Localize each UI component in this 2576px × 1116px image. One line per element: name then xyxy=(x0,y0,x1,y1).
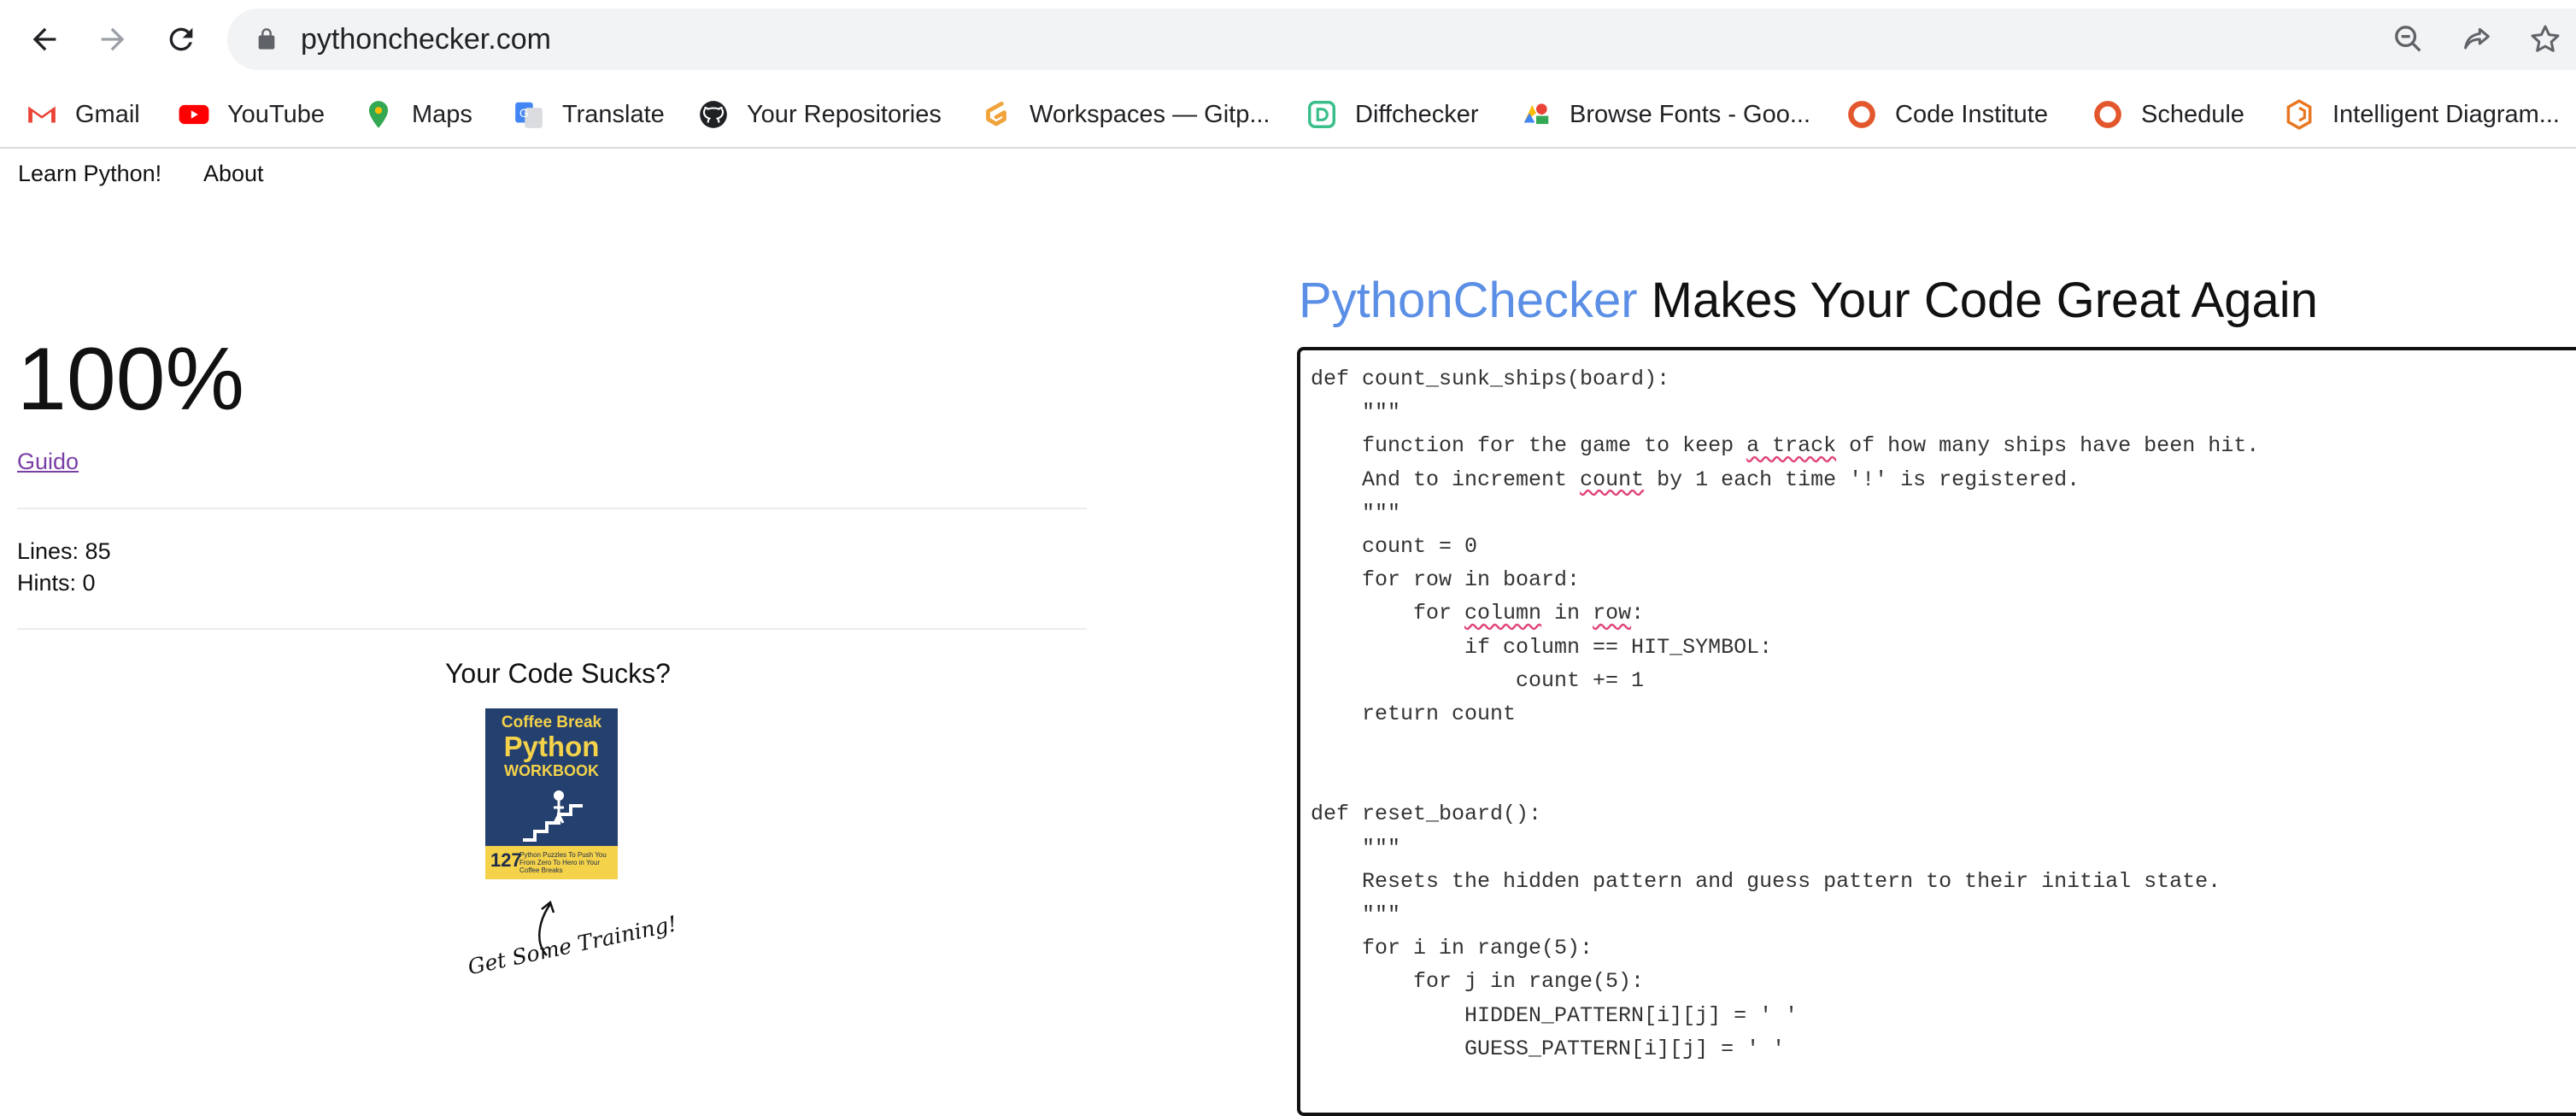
bookmark-label: Workspaces — Gitp... xyxy=(1030,100,1270,128)
code-line: function for the game to keep a track of… xyxy=(1311,433,2260,459)
bookmark-label: Code Institute xyxy=(1895,100,2048,128)
code-institute-icon xyxy=(1845,98,1878,131)
bookmark-diffchecker[interactable]: Diffchecker xyxy=(1306,82,1479,147)
translate-icon: G xyxy=(513,98,545,131)
code-line: return count xyxy=(1311,701,1517,726)
youtube-icon xyxy=(178,98,210,131)
code-line: def count_sunk_ships(board): xyxy=(1311,367,1670,391)
headline-text: Makes Your Code Great Again xyxy=(1637,273,2318,328)
arrow-right-icon xyxy=(101,27,125,51)
maps-icon xyxy=(362,98,395,131)
book-number: 127 xyxy=(490,849,522,871)
google-fonts-icon xyxy=(1520,98,1552,131)
bookmark-label: YouTube xyxy=(227,100,325,128)
score-percentage: 100% xyxy=(17,330,244,429)
book-title-line1: Coffee Break xyxy=(501,714,602,731)
bookmark-google-fonts[interactable]: Browse Fonts - Goo... xyxy=(1520,82,1810,147)
divider xyxy=(17,508,1087,509)
bookmark-code-institute[interactable]: Code Institute xyxy=(1845,82,2048,147)
diagram-icon xyxy=(2283,98,2315,131)
share-icon[interactable] xyxy=(2460,22,2494,56)
bookmark-label: Intelligent Diagram... xyxy=(2332,100,2560,128)
code-text[interactable]: def count_sunk_ships(board): """ functio… xyxy=(1311,362,2259,1066)
spellcheck-word: a track xyxy=(1746,433,1837,459)
promo-heading: Your Code Sucks? xyxy=(445,658,671,689)
bookmark-label: Translate xyxy=(562,100,665,128)
code-line: if column == HIT_SYMBOL: xyxy=(1311,634,1773,660)
address-bar[interactable]: pythonchecker.com xyxy=(227,9,2576,70)
author-link[interactable]: Guido xyxy=(17,449,79,475)
schedule-icon xyxy=(2092,98,2124,131)
gmail-icon xyxy=(26,98,58,131)
svg-text:G: G xyxy=(519,107,529,120)
bookmark-schedule[interactable]: Schedule xyxy=(2092,82,2244,147)
bookmark-translate[interactable]: G Translate xyxy=(513,82,665,147)
code-line: """ xyxy=(1311,400,1401,426)
bookmark-label: Maps xyxy=(412,100,472,128)
code-line: for i in range(5): xyxy=(1311,936,1593,961)
back-button[interactable] xyxy=(21,15,68,63)
code-line: Resets the hidden pattern and guess patt… xyxy=(1311,868,2221,894)
reload-button[interactable] xyxy=(157,15,205,63)
code-editor[interactable]: def count_sunk_ships(board): """ functio… xyxy=(1297,347,2576,1116)
forward-button[interactable] xyxy=(89,15,137,63)
book-title-line2: Python xyxy=(503,731,600,762)
code-line: HIDDEN_PATTERN[i][j] = ' ' xyxy=(1311,1002,1799,1028)
bookmark-label: Diffchecker xyxy=(1355,100,1479,128)
arrow-left-icon xyxy=(32,27,56,51)
github-icon xyxy=(697,98,730,131)
stairs-illustration xyxy=(523,790,583,842)
browser-toolbar: pythonchecker.com xyxy=(0,0,2576,79)
nav-learn-python[interactable]: Learn Python! xyxy=(18,161,161,187)
spellcheck-word: column xyxy=(1464,601,1542,626)
reload-icon xyxy=(169,27,193,51)
code-line: for j in range(5): xyxy=(1311,969,1645,995)
hints-count: Hints: 0 xyxy=(17,570,96,596)
spellcheck-word: row xyxy=(1593,601,1632,626)
page-title: PythonChecker Makes Your Code Great Agai… xyxy=(1299,272,2318,329)
spellcheck-word: count xyxy=(1580,467,1645,492)
lock-icon xyxy=(258,28,275,50)
code-line: def reset_board(): xyxy=(1311,802,1542,827)
lines-count: Lines: 85 xyxy=(17,538,111,564)
url-text: pythonchecker.com xyxy=(301,23,551,56)
bookmark-label: Your Repositories xyxy=(747,100,942,128)
book-cover-image[interactable]: Coffee Break Python WORKBOOK 127 Python … xyxy=(485,708,618,879)
brand-name: PythonChecker xyxy=(1299,273,1638,328)
code-line: GUESS_PATTERN[i][j] = ' ' xyxy=(1311,1036,1786,1061)
bookmark-maps[interactable]: Maps xyxy=(362,82,472,147)
bookmarks-bar: Gmail YouTube Maps G Translate Your Repo… xyxy=(0,82,2576,149)
code-line: count += 1 xyxy=(1311,667,1645,693)
training-caption: Get Some Training! xyxy=(466,911,679,980)
gitpod-icon xyxy=(980,98,1012,131)
bookmark-label: Gmail xyxy=(75,100,140,128)
bookmark-gitpod[interactable]: Workspaces — Gitp... xyxy=(980,82,1270,147)
code-line: for column in row: xyxy=(1311,601,1645,626)
code-line: """ xyxy=(1311,835,1401,860)
bookmark-label: Schedule xyxy=(2141,100,2244,128)
code-line: """ xyxy=(1311,500,1401,526)
divider xyxy=(17,628,1087,630)
code-line: And to increment count by 1 each time '!… xyxy=(1311,467,2080,492)
nav-about[interactable]: About xyxy=(203,161,264,187)
bookmark-youtube[interactable]: YouTube xyxy=(178,82,325,147)
bookmark-label: Browse Fonts - Goo... xyxy=(1570,100,1811,128)
diffchecker-icon xyxy=(1306,98,1338,131)
code-line: for row in board: xyxy=(1311,567,1581,593)
bookmark-diagram[interactable]: Intelligent Diagram... xyxy=(2283,82,2560,147)
bookmark-repositories[interactable]: Your Repositories xyxy=(697,82,942,147)
code-line: """ xyxy=(1311,902,1401,927)
bookmark-gmail[interactable]: Gmail xyxy=(26,82,140,147)
code-line: count = 0 xyxy=(1311,533,1478,559)
zoom-out-icon[interactable] xyxy=(2391,22,2426,56)
book-subtitle: Python Puzzles To Push You From Zero To … xyxy=(519,851,607,874)
book-title-line3: WORKBOOK xyxy=(504,762,599,779)
bookmark-star-icon[interactable] xyxy=(2528,22,2562,56)
